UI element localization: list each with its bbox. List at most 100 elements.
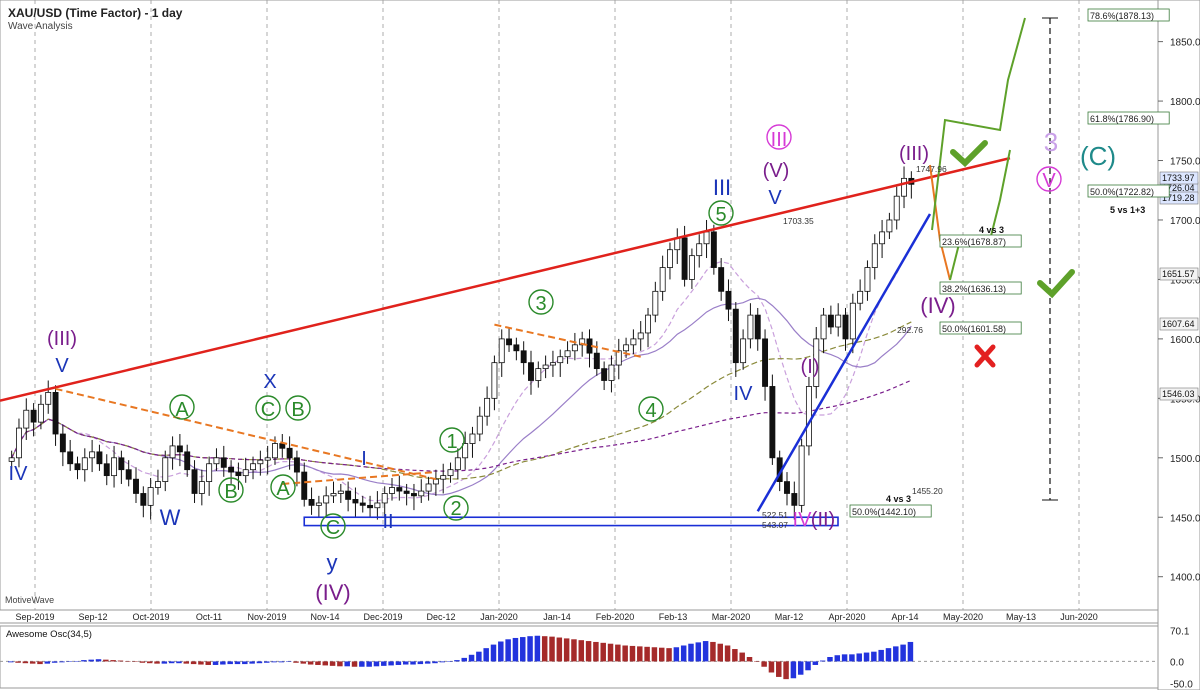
osc-bar: [871, 651, 877, 662]
candle-body: [630, 338, 637, 346]
x-tick-label: Dec-2019: [363, 612, 402, 622]
candle-body: [528, 362, 534, 381]
osc-bar: [183, 661, 190, 664]
candle-body: [154, 481, 161, 488]
x-tick-label: Nov-2019: [247, 612, 286, 622]
candle-body: [864, 267, 871, 292]
osc-bar: [66, 661, 73, 662]
osc-bar: [512, 637, 519, 662]
candle-body: [374, 502, 381, 509]
osc-bar: [8, 661, 14, 663]
candle-body: [250, 463, 256, 471]
candle-body: [59, 433, 66, 453]
candle-body: [89, 451, 96, 459]
candle-body: [827, 314, 834, 328]
candle-body: [681, 237, 688, 280]
osc-bar: [754, 661, 760, 662]
price-label: 1651.57: [1162, 269, 1195, 279]
candle-body: [893, 195, 900, 221]
candle-body: [645, 314, 651, 334]
candle-body: [103, 463, 110, 477]
candle-body: [30, 409, 37, 423]
osc-bar: [593, 641, 599, 662]
fib-label: 50.0%(1601.58): [942, 324, 1006, 334]
osc-bar: [410, 661, 416, 665]
osc-bar: [59, 661, 65, 663]
osc-tick-label: 70.1: [1170, 626, 1190, 637]
x-tick-label: Jun-2020: [1060, 612, 1098, 622]
fib-label: 23.6%(1678.87): [942, 237, 1006, 247]
x-tick-label: Mar-2020: [712, 612, 751, 622]
candle-body: [454, 457, 461, 471]
candle-body: [710, 231, 717, 268]
wave-label: A: [276, 478, 290, 500]
osc-bar: [132, 661, 138, 662]
candle-body: [279, 443, 286, 449]
osc-bar: [234, 661, 241, 665]
wave-label: 1: [446, 431, 457, 453]
wave-label: I: [361, 448, 367, 470]
candle-body: [235, 471, 242, 477]
osc-bar: [790, 661, 797, 679]
candle-body: [535, 368, 542, 381]
chart-title: XAU/USD (Time Factor) - 1 day: [8, 6, 183, 20]
osc-bar: [168, 661, 175, 664]
osc-bar: [673, 647, 680, 662]
osc-bar: [139, 661, 146, 663]
x-tick-label: May-2020: [943, 612, 983, 622]
candle-body: [732, 308, 739, 364]
y-tick-label: 1500.00: [1170, 454, 1200, 465]
candle-body: [696, 243, 703, 257]
candle-body: [835, 314, 842, 328]
x-tick-label: Dec-12: [426, 612, 455, 622]
candle-body: [403, 490, 410, 494]
candle-body: [118, 457, 125, 471]
candle-body: [557, 356, 564, 364]
candle-body: [754, 314, 761, 340]
osc-bar: [198, 661, 204, 665]
x-tick-label: Oct-11: [196, 612, 222, 622]
price-mark: 292.76: [897, 325, 923, 335]
osc-bar: [651, 647, 658, 662]
candle-body: [184, 451, 191, 471]
osc-bar: [351, 661, 358, 667]
price-mark: 1703.35: [783, 216, 814, 226]
osc-bar: [505, 639, 511, 662]
candle-body: [37, 403, 44, 423]
osc-bar: [878, 649, 884, 662]
candle-body: [301, 471, 308, 500]
candle-body: [330, 493, 337, 497]
osc-bar: [176, 661, 182, 664]
osc-bar: [637, 646, 643, 662]
price-label: 1733.97: [1162, 173, 1195, 183]
osc-bar: [424, 661, 431, 664]
osc-tick-label: 0.0: [1170, 657, 1184, 668]
chart-subtitle: Wave Analysis: [8, 21, 73, 32]
fib-label: 61.8%(1786.90): [1090, 114, 1154, 124]
osc-bar: [205, 661, 211, 665]
candle-body: [601, 368, 608, 381]
candle-body: [220, 457, 227, 468]
osc-bar: [242, 661, 248, 665]
osc-bar: [710, 641, 716, 662]
candle-body: [67, 451, 74, 465]
osc-bar: [322, 661, 329, 666]
candle-body: [549, 362, 556, 366]
candle-body: [623, 344, 630, 352]
osc-bar: [110, 660, 116, 662]
osc-bar: [629, 645, 636, 662]
osc-bar: [190, 661, 197, 665]
price-label: 1546.03: [1162, 389, 1195, 399]
analysis-note: 5 vs 1+3: [1110, 205, 1145, 215]
x-tick-label: Nov-14: [310, 612, 339, 622]
osc-bar: [125, 660, 131, 662]
candle-body: [849, 302, 856, 340]
candle-body: [8, 457, 15, 462]
osc-bar: [797, 661, 804, 675]
wave-label: IV: [9, 463, 29, 485]
osc-bar: [666, 648, 672, 662]
osc-bar: [337, 661, 343, 667]
candle-body: [147, 487, 154, 506]
osc-bar: [293, 661, 299, 663]
candle-body: [498, 338, 505, 364]
